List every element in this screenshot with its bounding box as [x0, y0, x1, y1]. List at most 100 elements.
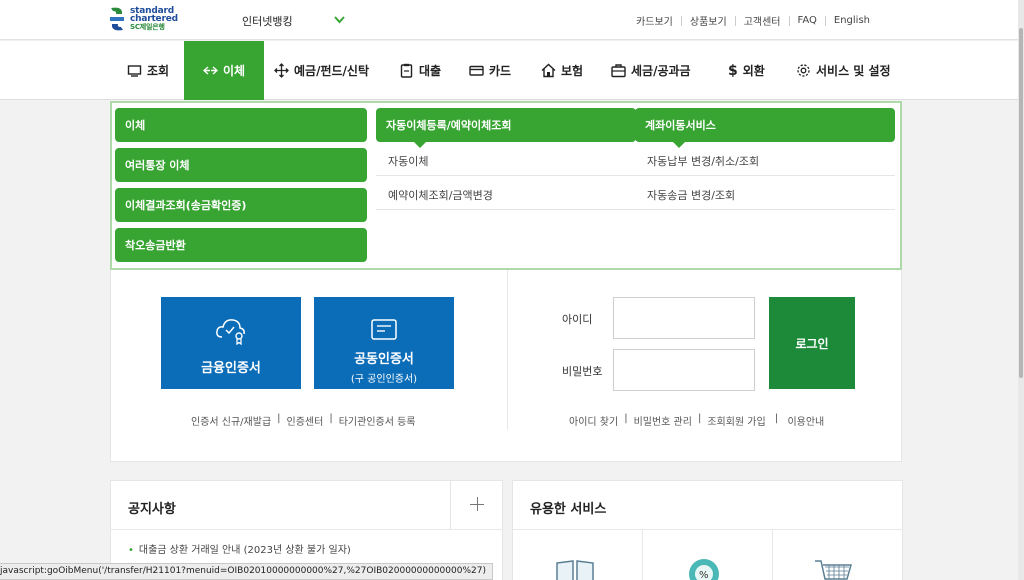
submenu-scheduled-transfer-inquiry[interactable]: 예약이체조회/금액변경	[376, 176, 636, 210]
find-id-link[interactable]: 아이디 찾기	[569, 413, 618, 428]
scrollbar-thumb[interactable]	[1019, 28, 1023, 378]
menu-auto-transfer-register[interactable]: 자동이체등록/예약이체조회	[376, 108, 636, 148]
notice-item[interactable]: • 대출금 상환 거래일 안내 (2023년 상환 불가 일자)	[128, 541, 351, 556]
nav-foreign-exchange[interactable]: $ 외환	[728, 41, 765, 100]
house-icon	[541, 63, 556, 78]
usage-guide-link[interactable]: 이용안내	[787, 413, 824, 428]
cart-icon	[815, 560, 852, 580]
util-link-faq[interactable]: FAQ	[790, 15, 825, 26]
menu-transfer-result-inquiry[interactable]: 이체결과조회(송금확인증)	[115, 188, 367, 222]
submenu-auto-remittance-change[interactable]: 자동송금 변경/조회	[635, 176, 895, 210]
brand-line-2: chartered	[130, 14, 178, 24]
nav-inquiry[interactable]: 조회	[127, 41, 169, 100]
top-bar: standard chartered SC제일은행 인터넷뱅킹 카드보기 상품보…	[0, 0, 1018, 40]
divider	[507, 270, 508, 430]
transfer-arrows-icon	[202, 66, 218, 75]
cert-card-icon	[371, 319, 397, 340]
cert-new-reissue-link[interactable]: 인증서 신규/재발급	[191, 413, 271, 428]
more-plus-icon[interactable]	[450, 481, 502, 529]
nav-services-settings-label: 서비스 및 설정	[816, 64, 891, 78]
card-icon	[469, 65, 484, 76]
account-links: 아이디 찾기 | 비밀번호 관리 | 조회회원 가입 | 이용안내	[569, 413, 824, 428]
divider: |	[771, 413, 782, 424]
move-arrows-icon	[274, 63, 289, 78]
nav-card-label: 카드	[489, 64, 512, 78]
nav-insurance-label: 보험	[561, 64, 584, 78]
sc-logo-text: standard chartered SC제일은행	[130, 7, 178, 32]
util-link-english[interactable]: English	[826, 15, 878, 26]
menu-multi-account-transfer[interactable]: 여러통장 이체	[115, 148, 367, 182]
mega-col-transfer: 이체 여러통장 이체 이체결과조회(송금확인증) 착오송금반환	[115, 108, 367, 268]
svg-text:%: %	[699, 570, 709, 580]
cloud-cert-icon	[216, 319, 245, 345]
password-input[interactable]	[613, 349, 755, 391]
nav-foreign-exchange-label: 외환	[742, 64, 765, 78]
book-icon	[556, 560, 594, 580]
main-navigation: 조회 이체 예금/펀드/신탁 대출 카드 보험 세금/공과금 $ 외환 서비스 …	[0, 41, 1018, 100]
nav-services-settings[interactable]: 서비스 및 설정	[796, 41, 891, 100]
service-tile[interactable]	[513, 529, 643, 580]
briefcase-icon	[611, 64, 626, 78]
id-input[interactable]	[613, 297, 755, 339]
dollar-icon: $	[728, 62, 738, 79]
cert-center-link[interactable]: 인증센터	[287, 413, 324, 428]
divider	[111, 529, 502, 530]
nav-transfer-label: 이체	[222, 64, 246, 78]
nav-deposit-fund-trust-label: 예금/펀드/신탁	[294, 64, 370, 78]
joint-cert-sublabel: (구 공인인증서)	[350, 374, 418, 385]
document-icon	[400, 63, 413, 78]
util-link-customer-center[interactable]: 고객센터	[736, 13, 789, 28]
gear-icon	[797, 64, 810, 77]
util-link-products[interactable]: 상품보기	[682, 13, 735, 28]
nav-transfer[interactable]: 이체	[184, 41, 264, 100]
password-manage-link[interactable]: 비밀번호 관리	[634, 413, 692, 428]
financial-cert-button[interactable]: 금융인증서	[161, 297, 301, 389]
nav-tax-utility-label: 세금/공과금	[631, 64, 691, 78]
percent-badge-icon: %	[689, 559, 719, 580]
sc-logo[interactable]: standard chartered SC제일은행	[108, 6, 180, 34]
joint-cert-label: 공동인증서	[354, 352, 414, 367]
divider: |	[697, 413, 702, 424]
nav-card[interactable]: 카드	[469, 41, 511, 100]
other-cert-register-link[interactable]: 타기관인증서 등록	[339, 413, 416, 428]
nav-deposit-fund-trust[interactable]: 예금/펀드/신탁	[274, 41, 369, 100]
services-title: 유용한 서비스	[530, 502, 607, 517]
menu-mistaken-remittance-return[interactable]: 착오송금반환	[115, 228, 367, 262]
notice-item-text: 대출금 상환 거래일 안내 (2023년 상환 불가 일자)	[138, 545, 351, 556]
nav-inquiry-label: 조회	[147, 64, 170, 78]
service-tile[interactable]	[773, 529, 903, 580]
chevron-down-icon[interactable]	[333, 13, 346, 26]
divider: |	[624, 413, 628, 424]
service-tile[interactable]: %	[643, 529, 773, 580]
financial-cert-label: 금융인증서	[201, 361, 261, 376]
divider: |	[329, 413, 333, 424]
notice-title: 공지사항	[128, 502, 176, 517]
mega-col-account-move: 계좌이동서비스 자동납부 변경/취소/조회 자동송금 변경/조회	[635, 108, 895, 210]
status-bar-url: javascript:goOibMenu('/transfer/H21101?m…	[0, 563, 493, 580]
nav-insurance[interactable]: 보험	[541, 41, 583, 100]
utility-links: 카드보기 상품보기 고객센터 FAQ English	[628, 13, 878, 28]
internet-banking-selector[interactable]: 인터넷뱅킹	[242, 13, 293, 29]
brand-line-3: SC제일은행	[130, 23, 165, 31]
bullet-icon: •	[128, 545, 134, 556]
login-area: 금융인증서 공동인증서 (구 공인인증서) 인증서 신규/재발급 | 인증센터 …	[110, 270, 902, 462]
transfer-mega-menu: 이체 여러통장 이체 이체결과조회(송금확인증) 착오송금반환 자동이체등록/예…	[110, 101, 902, 270]
divider: |	[277, 413, 281, 424]
sc-logo-icon	[110, 7, 124, 31]
menu-transfer[interactable]: 이체	[115, 108, 367, 142]
nav-loan[interactable]: 대출	[399, 41, 441, 100]
id-label: 아이디	[562, 313, 593, 326]
nav-tax-utility[interactable]: 세금/공과금	[611, 41, 691, 100]
nav-loan-label: 대출	[419, 64, 442, 78]
mega-col-auto-transfer: 자동이체등록/예약이체조회 자동이체 예약이체조회/금액변경	[376, 108, 636, 210]
useful-services-panel: 유용한 서비스 %	[512, 480, 903, 580]
joint-cert-button[interactable]: 공동인증서 (구 공인인증서)	[314, 297, 454, 389]
inquiry-member-join-link[interactable]: 조회회원 가입	[707, 413, 765, 428]
vertical-scrollbar[interactable]	[1018, 0, 1024, 580]
menu-account-move-service[interactable]: 계좌이동서비스	[635, 108, 895, 148]
login-button[interactable]: 로그인	[769, 297, 855, 389]
password-label: 비밀번호	[562, 365, 603, 378]
cert-links: 인증서 신규/재발급 | 인증센터 | 타기관인증서 등록	[191, 413, 416, 428]
util-link-cards[interactable]: 카드보기	[628, 13, 681, 28]
monitor-icon	[127, 65, 142, 77]
